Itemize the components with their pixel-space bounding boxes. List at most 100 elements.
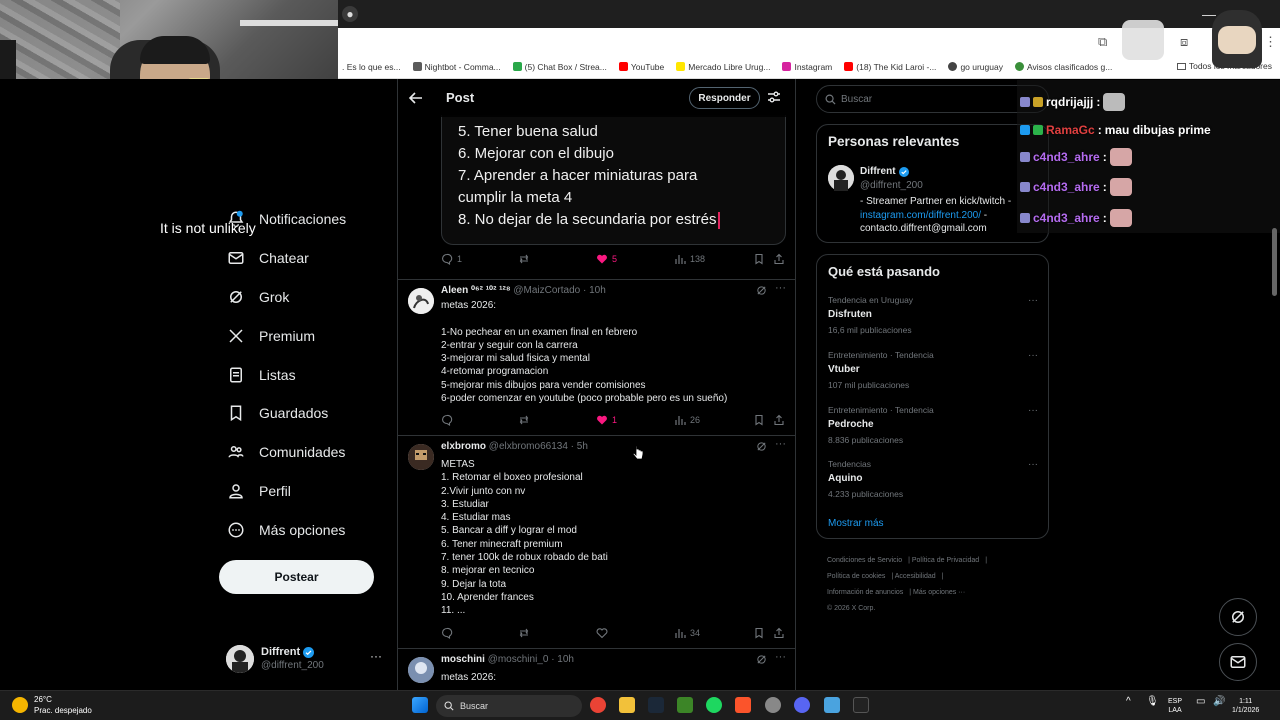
bookmark-action[interactable]	[753, 627, 765, 639]
reply-button[interactable]: Responder	[689, 87, 760, 109]
footer-link[interactable]: Accesibilidad	[895, 573, 936, 580]
bookmark-8[interactable]: go uruguay	[948, 62, 1003, 72]
steam-icon[interactable]	[648, 697, 664, 713]
obs-icon[interactable]	[765, 697, 781, 713]
repost-action[interactable]	[518, 253, 530, 265]
author-name[interactable]: Aleen ⁰⁶² ¹⁰² ¹²⁸	[441, 285, 511, 296]
scrollbar[interactable]	[1272, 228, 1277, 296]
search-input[interactable]: Buscar	[816, 85, 1049, 113]
footer-link[interactable]: Condiciones de Servicio	[827, 557, 902, 564]
bookmark-2[interactable]: Nightbot - Comma...	[412, 62, 501, 72]
x-app-icon[interactable]	[853, 697, 869, 713]
show-more-link[interactable]: Mostrar más	[828, 518, 884, 529]
grok-icon[interactable]	[756, 654, 767, 665]
sidebar-item-mas-opciones[interactable]: Más opciones	[219, 510, 389, 549]
more-icon[interactable]: ···	[775, 651, 786, 663]
author-name[interactable]: elxbromo	[441, 441, 486, 452]
more-icon[interactable]: ···	[1028, 405, 1038, 416]
footer-link[interactable]: Política de Privacidad	[912, 557, 979, 564]
like-action[interactable]: 1	[596, 414, 617, 426]
chrome-icon[interactable]	[590, 697, 606, 713]
author-handle[interactable]: @elxbromo66134	[489, 441, 568, 452]
discord-icon[interactable]	[794, 697, 810, 713]
grok-icon[interactable]	[756, 285, 767, 296]
network-icon[interactable]: ▭	[1196, 697, 1205, 707]
share-action[interactable]	[773, 414, 785, 426]
avatar[interactable]	[408, 657, 434, 683]
bookmark-action[interactable]	[753, 414, 765, 426]
taskbar-search[interactable]: Buscar	[436, 695, 582, 717]
footer-link[interactable]: Más opciones ···	[913, 589, 965, 596]
account-switcher[interactable]: Diffrent @diffrent_200 ···	[226, 643, 386, 675]
more-icon[interactable]: ···	[775, 438, 786, 450]
more-icon[interactable]: ···	[370, 649, 382, 663]
views-action[interactable]: 34	[674, 627, 700, 639]
profile-link[interactable]: instagram.com/diffrent.200/	[860, 210, 981, 221]
tab-icon[interactable]: ●	[342, 6, 358, 22]
author-name[interactable]: moschini	[441, 654, 485, 665]
repost-action[interactable]	[518, 414, 530, 426]
bookmark-youtube[interactable]: YouTube	[618, 62, 664, 72]
trend-item[interactable]: Entretenimiento · Tendencia Vtuber 107 mil…	[828, 350, 1038, 390]
file-explorer-icon[interactable]	[619, 697, 635, 713]
footer-link[interactable]: Información de anuncios	[827, 589, 903, 596]
reply-action[interactable]	[441, 627, 453, 639]
author-handle[interactable]: @MaizCortado	[513, 285, 580, 296]
sidebar-item-premium[interactable]: Premium	[219, 316, 389, 355]
notepad-icon[interactable]	[824, 697, 840, 713]
trend-item[interactable]: Tendencia en Uruguay Disfruten 16,6 mil pu…	[828, 295, 1038, 335]
grok-icon[interactable]	[756, 441, 767, 452]
reply-action[interactable]	[441, 414, 453, 426]
back-arrow-icon[interactable]	[408, 90, 424, 106]
reply-post[interactable]: moschini @moschini_0 · 10h ··· metas 202…	[398, 648, 795, 690]
more-icon[interactable]: ···	[1028, 459, 1038, 470]
brave-icon[interactable]	[735, 697, 751, 713]
sidebar-item-listas[interactable]: Listas	[219, 355, 389, 394]
author-handle[interactable]: @moschini_0	[488, 654, 549, 665]
repost-action[interactable]	[518, 627, 530, 639]
like-action[interactable]	[596, 627, 612, 639]
windows-start-icon[interactable]	[412, 697, 428, 713]
bookmark-5[interactable]: Mercado Libre Urug...	[676, 62, 770, 72]
microphone-icon[interactable]: 🎙	[1146, 697, 1159, 707]
filter-icon[interactable]	[767, 90, 781, 104]
share-action[interactable]	[773, 627, 785, 639]
footer-link[interactable]: Política de cookies	[827, 573, 885, 580]
share-action[interactable]	[773, 253, 785, 265]
bookmark-1[interactable]: . Es lo que es...	[342, 62, 401, 72]
avatar[interactable]	[408, 444, 434, 470]
post-button[interactable]: Postear	[219, 560, 374, 594]
reply-action[interactable]: 1	[441, 253, 462, 265]
sidebar-item-chatear[interactable]: Chatear	[219, 239, 389, 278]
sidebar-item-grok[interactable]: Grok	[219, 278, 389, 317]
trend-item[interactable]: Entretenimiento · Tendencia Pedroche 8.836…	[828, 405, 1038, 445]
avatar[interactable]	[408, 288, 434, 314]
views-action[interactable]: 26	[674, 414, 700, 426]
bookmark-7[interactable]: (18) The Kid Laroi -...	[844, 62, 936, 72]
bookmark-instagram[interactable]: Instagram	[782, 62, 832, 72]
post-image[interactable]: 5. Tener buena salud 6. Mejorar con el d…	[441, 115, 786, 245]
sidebar-item-guardados[interactable]: Guardados	[219, 394, 389, 433]
more-icon[interactable]: ···	[775, 282, 786, 294]
spotify-icon[interactable]	[706, 697, 722, 713]
messages-button[interactable]	[1219, 643, 1257, 681]
xbox-icon[interactable]	[677, 697, 693, 713]
language-indicator[interactable]: ESP LAA	[1168, 697, 1182, 715]
avatar[interactable]	[828, 165, 854, 191]
volume-icon[interactable]: 🔊	[1213, 697, 1225, 707]
install-icon[interactable]: ⧉	[1098, 34, 1107, 50]
views-action[interactable]: 138	[674, 253, 705, 265]
profile-handle[interactable]: @diffrent_200	[860, 180, 923, 191]
more-icon[interactable]: ···	[1028, 350, 1038, 361]
chevron-up-icon[interactable]: ^	[1126, 697, 1131, 707]
trend-item[interactable]: Tendencias Aquino 4.233 publicaciones ···	[828, 459, 1038, 499]
weather-widget[interactable]: 26°C Prac. despejado	[12, 694, 92, 716]
reply-post[interactable]: elxbromo @elxbromo66134 · 5h ··· METAS 1…	[398, 435, 795, 648]
sidebar-item-comunidades[interactable]: Comunidades	[219, 433, 389, 472]
grok-button[interactable]	[1219, 598, 1257, 636]
bookmark-9[interactable]: Avisos clasificados g...	[1014, 62, 1112, 72]
more-icon[interactable]: ···	[1028, 295, 1038, 306]
sidebar-item-perfil[interactable]: Perfil	[219, 472, 389, 511]
like-action[interactable]: 5	[596, 253, 617, 265]
bookmark-3[interactable]: (5) Chat Box / Strea...	[512, 62, 607, 72]
